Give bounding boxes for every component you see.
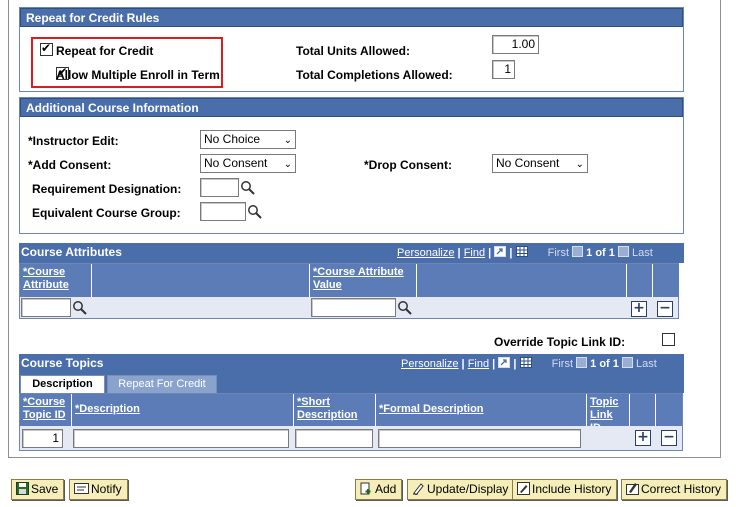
previous-arrow-icon[interactable] <box>572 246 584 257</box>
short-description-input[interactable] <box>295 429 373 448</box>
equivalent-course-group-label: Equivalent Course Group: <box>32 206 181 220</box>
personalize-link[interactable]: Personalize <box>401 358 458 370</box>
course-attribute-value-input[interactable] <box>311 298 396 317</box>
search-icon[interactable] <box>240 180 256 196</box>
attributes-grid-title: Course Attributes <box>21 245 122 259</box>
download-grid-icon[interactable] <box>519 357 532 368</box>
add-label: Add <box>375 482 397 496</box>
last-link[interactable]: Last <box>636 358 657 370</box>
repeat-rules-header: Repeat for Credit Rules <box>20 8 683 27</box>
drop-consent-value: No Consent <box>496 156 560 170</box>
drop-consent-select[interactable]: No Consent ⌄ <box>492 154 588 173</box>
notify-button[interactable]: Notify <box>69 479 128 500</box>
repeat-for-credit-label: Repeat for Credit <box>56 44 154 58</box>
col-short-description[interactable]: *Short Description <box>294 394 376 426</box>
col-spacer <box>92 264 310 297</box>
chevron-down-icon: ⌄ <box>283 159 292 170</box>
requirement-designation-label: Requirement Designation: <box>32 182 182 196</box>
override-topic-link-label: Override Topic Link ID: <box>494 335 626 349</box>
topics-grid-header: Course Topics Personalize | Find | | Fir… <box>19 354 684 374</box>
next-arrow-icon[interactable] <box>617 246 629 257</box>
equivalent-course-group-input[interactable] <box>200 202 246 221</box>
update-display-button[interactable]: Update/Display <box>407 479 515 500</box>
correct-history-label: Correct History <box>641 482 722 496</box>
description-input[interactable] <box>73 429 289 448</box>
download-grid-icon[interactable] <box>515 246 528 257</box>
total-completions-label: Total Completions Allowed: <box>296 68 453 82</box>
col-course-attribute-value[interactable]: *Course Attribute Value <box>310 264 417 297</box>
search-icon[interactable] <box>72 300 88 316</box>
add-consent-value: No Consent <box>204 156 268 170</box>
drop-consent-label: *Drop Consent: <box>364 158 452 172</box>
find-link[interactable]: Find <box>464 247 485 259</box>
add-consent-label: *Add Consent: <box>28 158 112 172</box>
notify-label: Notify <box>91 482 122 496</box>
view-all-icon[interactable] <box>498 357 511 368</box>
chevron-down-icon: ⌄ <box>283 135 292 146</box>
attributes-grid-header: Course Attributes Personalize | Find | |… <box>19 243 684 263</box>
add-icon <box>360 482 371 495</box>
topics-grid-title: Course Topics <box>21 356 104 370</box>
total-completions-input[interactable]: 1 <box>492 60 515 79</box>
instructor-edit-select[interactable]: No Choice ⌄ <box>200 130 296 149</box>
first-link[interactable]: First <box>548 247 569 259</box>
include-history-button[interactable]: Include History <box>512 479 618 500</box>
total-units-input[interactable]: 1.00 <box>492 35 539 54</box>
include-history-icon <box>517 482 530 495</box>
row-count: 1 of 1 <box>586 247 615 259</box>
col-delete <box>653 264 679 297</box>
find-link[interactable]: Find <box>468 358 489 370</box>
tab-description[interactable]: Description <box>20 375 105 393</box>
last-link[interactable]: Last <box>632 247 653 259</box>
attributes-grid-nav: Personalize | Find | | First 1 of 1 Last <box>397 244 653 263</box>
save-label: Save <box>31 482 59 496</box>
col-topic-link-id[interactable]: Topic Link ID <box>587 394 630 434</box>
col-delete <box>656 394 682 426</box>
first-link[interactable]: First <box>552 358 573 370</box>
override-topic-link-checkbox[interactable] <box>661 333 675 346</box>
row-count: 1 of 1 <box>590 358 619 370</box>
course-attribute-input[interactable] <box>21 298 71 317</box>
col-course-topic-id[interactable]: *Course Topic ID <box>20 394 72 426</box>
add-row-button[interactable]: + <box>635 430 651 446</box>
update-display-label: Update/Display <box>427 482 509 496</box>
course-topic-id-input[interactable]: 1 <box>22 429 63 448</box>
total-units-label: Total Units Allowed: <box>296 44 410 58</box>
allow-multiple-enroll-label: Allow Multiple Enroll in Term <box>56 68 220 82</box>
search-icon[interactable] <box>247 204 263 220</box>
delete-row-button[interactable]: − <box>661 430 677 446</box>
requirement-designation-input[interactable] <box>200 178 239 197</box>
save-button[interactable]: Save <box>11 479 65 500</box>
col-spacer <box>417 264 627 297</box>
tab-repeat-for-credit[interactable]: Repeat For Credit <box>107 375 217 393</box>
delete-row-button[interactable]: − <box>657 301 673 317</box>
view-all-icon[interactable] <box>494 246 507 257</box>
instructor-edit-value: No Choice <box>204 132 261 146</box>
include-history-label: Include History <box>532 482 612 496</box>
next-arrow-icon[interactable] <box>621 357 633 368</box>
previous-arrow-icon[interactable] <box>576 357 588 368</box>
add-button[interactable]: Add <box>355 479 403 500</box>
search-icon[interactable] <box>397 300 413 316</box>
col-add <box>630 394 656 426</box>
repeat-for-credit-checkbox[interactable] <box>40 41 53 56</box>
correct-history-icon <box>626 483 639 495</box>
col-course-attribute[interactable]: *Course Attribute <box>20 264 92 297</box>
topics-grid-nav: Personalize | Find | | First 1 of 1 Last <box>401 355 657 374</box>
col-formal-description[interactable]: *Formal Description <box>376 394 587 426</box>
personalize-link[interactable]: Personalize <box>397 247 454 259</box>
col-add <box>627 264 653 297</box>
chevron-down-icon: ⌄ <box>575 159 584 170</box>
additional-info-header: Additional Course Information <box>20 98 683 117</box>
correct-history-button[interactable]: Correct History <box>621 479 728 500</box>
formal-description-input[interactable] <box>378 429 581 448</box>
notify-icon <box>74 483 89 494</box>
add-consent-select[interactable]: No Consent ⌄ <box>200 154 296 173</box>
update-display-icon <box>413 483 424 495</box>
add-row-button[interactable]: + <box>631 301 647 317</box>
instructor-edit-label: *Instructor Edit: <box>28 134 119 148</box>
col-description[interactable]: *Description <box>72 394 294 426</box>
save-icon <box>16 482 29 495</box>
